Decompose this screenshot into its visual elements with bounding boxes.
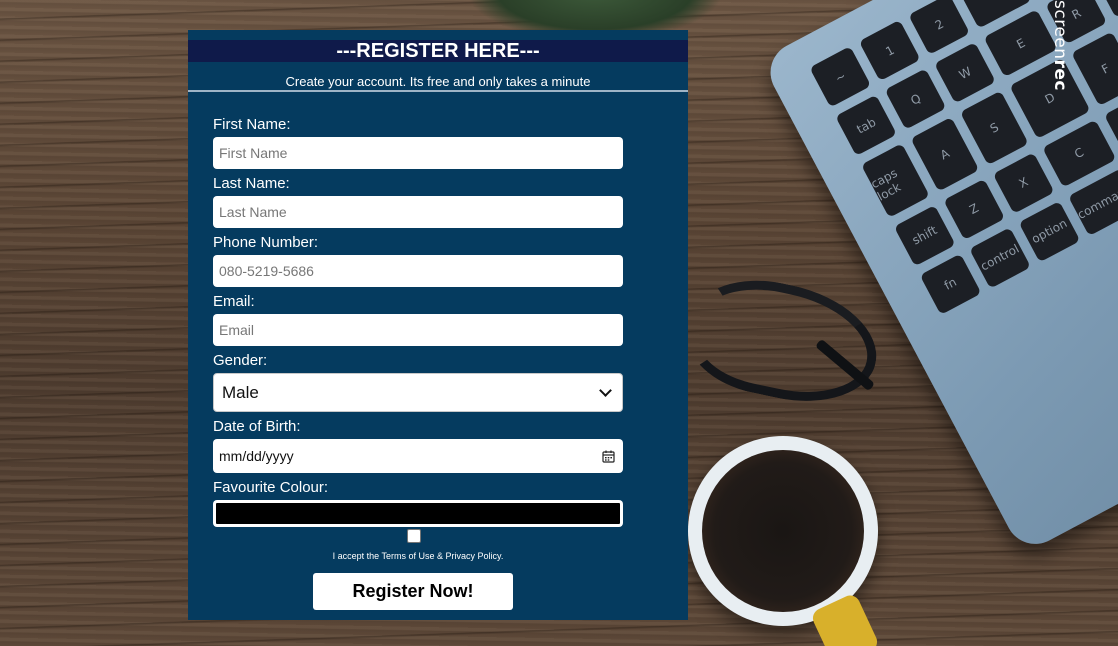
last-name-label: Last Name:: [213, 175, 290, 192]
dob-label: Date of Birth:: [213, 418, 301, 435]
dob-placeholder: mm/dd/yyyy: [219, 448, 294, 464]
favourite-colour-picker[interactable]: [213, 500, 623, 527]
register-form-panel: ---REGISTER HERE--- Create your account.…: [188, 30, 688, 620]
keyboard-key: shift: [893, 204, 956, 267]
keyboard: ~12345tabQWERTcaps lockASDFGshiftZXCVBfn…: [809, 0, 1118, 315]
register-button[interactable]: Register Now!: [313, 573, 513, 610]
terms-checkbox[interactable]: [407, 529, 421, 543]
watermark-bold-text: rec: [1050, 59, 1070, 92]
chevron-down-icon: [599, 384, 612, 397]
gender-select[interactable]: Male: [213, 373, 623, 412]
email-input[interactable]: [213, 314, 623, 346]
favourite-colour-label: Favourite Colour:: [213, 479, 329, 496]
glasses-decoration: [680, 266, 888, 417]
watermark-light-text: screen: [1050, 0, 1070, 60]
header-divider: [188, 90, 688, 92]
phone-input[interactable]: [213, 255, 623, 287]
screenrec-watermark: screenrec: [1030, 0, 1070, 92]
terms-label: I accept the Terms of Use & Privacy Poli…: [332, 551, 504, 561]
first-name-label: First Name:: [213, 116, 291, 133]
gender-label: Gender:: [213, 352, 268, 369]
keyboard-key: 1: [858, 19, 921, 82]
calendar-icon[interactable]: [602, 450, 615, 463]
last-name-input[interactable]: [213, 196, 623, 228]
dob-input[interactable]: mm/dd/yyyy: [213, 439, 623, 473]
keyboard-key: Z: [943, 178, 1006, 240]
first-name-input[interactable]: [213, 137, 623, 169]
keyboard-key: fn: [919, 253, 982, 315]
keyboard-key: option: [1018, 200, 1081, 263]
form-subtitle: Create your account. Its free and only t…: [285, 74, 591, 89]
coffee-decoration: [702, 450, 864, 612]
keyboard-key: 2: [908, 0, 971, 56]
gender-selected-value: Male: [222, 382, 259, 402]
keyboard-key: tab: [835, 94, 898, 157]
phone-label: Phone Number:: [213, 234, 319, 251]
keyboard-key: X: [992, 152, 1055, 214]
keyboard-key: ~: [809, 46, 872, 108]
keyboard-key: Q: [884, 68, 947, 131]
keyboard-key: control: [969, 227, 1031, 289]
form-title: ---REGISTER HERE---: [188, 40, 688, 62]
keyboard-key: W: [934, 42, 997, 104]
email-label: Email:: [213, 293, 255, 310]
colour-swatch: [216, 503, 620, 524]
